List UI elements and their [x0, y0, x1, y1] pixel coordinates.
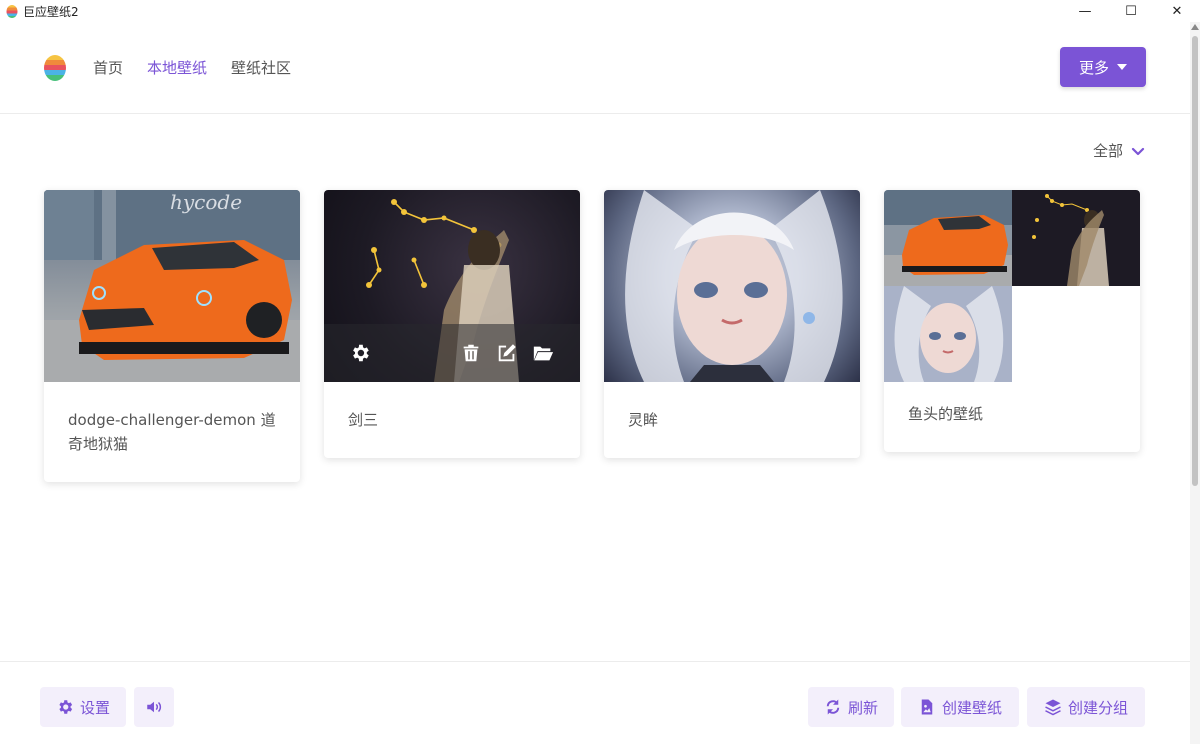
- scrollbar-thumb[interactable]: [1192, 36, 1198, 486]
- vertical-scrollbar[interactable]: [1190, 22, 1200, 744]
- category-filter[interactable]: 全部: [1093, 140, 1145, 161]
- more-button[interactable]: 更多: [1060, 47, 1146, 87]
- nav-home[interactable]: 首页: [93, 57, 123, 78]
- wallpaper-thumbnail: [324, 190, 580, 382]
- filter-label: 全部: [1093, 142, 1124, 160]
- wallpaper-card[interactable]: hycode dodge-challenger-demon 道奇地狱猫: [44, 190, 300, 482]
- trash-icon[interactable]: [460, 342, 482, 364]
- bottom-toolbar: 设置 刷新 创建壁纸 创建分组: [0, 661, 1190, 744]
- file-image-icon: [921, 699, 933, 715]
- title-bar: 巨应壁纸2 — ☐ ✕: [0, 0, 1200, 22]
- refresh-button-label: 刷新: [847, 698, 878, 717]
- lingmou-image: [625, 190, 843, 382]
- maximize-button[interactable]: ☐: [1108, 0, 1154, 22]
- wallpaper-name: 灵眸: [628, 411, 659, 429]
- create-wallpaper-label: 创建壁纸: [941, 698, 1002, 717]
- gear-icon[interactable]: [349, 342, 371, 364]
- wallpaper-group-card[interactable]: 鱼头的壁纸: [884, 190, 1140, 452]
- minimize-button[interactable]: —: [1062, 0, 1108, 22]
- wallpaper-name: dodge-challenger-demon 道奇地狱猫: [68, 411, 276, 453]
- logo-icon[interactable]: [43, 53, 67, 81]
- caret-down-icon: [1117, 64, 1127, 70]
- scroll-up-arrow-icon[interactable]: [1191, 24, 1199, 30]
- nav-wallpaper-community[interactable]: 壁纸社区: [231, 57, 291, 78]
- edit-icon[interactable]: [496, 342, 518, 364]
- app-icon: [6, 5, 18, 18]
- wallpaper-card[interactable]: 剑三: [324, 190, 580, 458]
- wallpaper-name: 鱼头的壁纸: [908, 405, 984, 423]
- gear-icon: [59, 700, 73, 714]
- wallpaper-card[interactable]: 灵眸: [604, 190, 860, 458]
- wallpaper-thumbnail: hycode: [44, 190, 300, 382]
- create-wallpaper-button[interactable]: 创建壁纸: [901, 687, 1019, 727]
- wallpaper-thumbnail: [604, 190, 860, 382]
- window-controls: — ☐ ✕: [1062, 0, 1200, 22]
- layers-icon: [1045, 699, 1061, 716]
- app-header: 首页 本地壁纸 壁纸社区 更多: [0, 22, 1190, 114]
- volume-icon: [147, 701, 162, 713]
- nav-local-wallpaper[interactable]: 本地壁纸: [147, 57, 207, 78]
- refresh-icon: [826, 699, 840, 715]
- folder-open-icon[interactable]: [532, 342, 554, 364]
- wallpaper-name: 剑三: [348, 411, 379, 429]
- main-nav: 首页 本地壁纸 壁纸社区: [93, 57, 291, 78]
- chevron-down-icon: [1131, 147, 1145, 155]
- group-collage: [884, 190, 1140, 382]
- collage-cell-jiansan: [1012, 190, 1140, 286]
- volume-button[interactable]: [134, 687, 174, 727]
- refresh-button[interactable]: 刷新: [808, 687, 894, 727]
- create-group-label: 创建分组: [1067, 698, 1128, 717]
- window-title: 巨应壁纸2: [23, 4, 79, 19]
- settings-button[interactable]: 设置: [40, 687, 126, 727]
- settings-button-label: 设置: [79, 698, 110, 717]
- close-button[interactable]: ✕: [1154, 0, 1200, 22]
- collage-cell-car: [884, 190, 1012, 286]
- card-action-bar: [324, 324, 580, 382]
- collage-cell-lingmou: [884, 286, 1012, 382]
- create-group-button[interactable]: 创建分组: [1027, 687, 1145, 727]
- car-image: [44, 190, 300, 382]
- more-button-label: 更多: [1078, 58, 1109, 77]
- watermark-text: hycode: [170, 190, 243, 214]
